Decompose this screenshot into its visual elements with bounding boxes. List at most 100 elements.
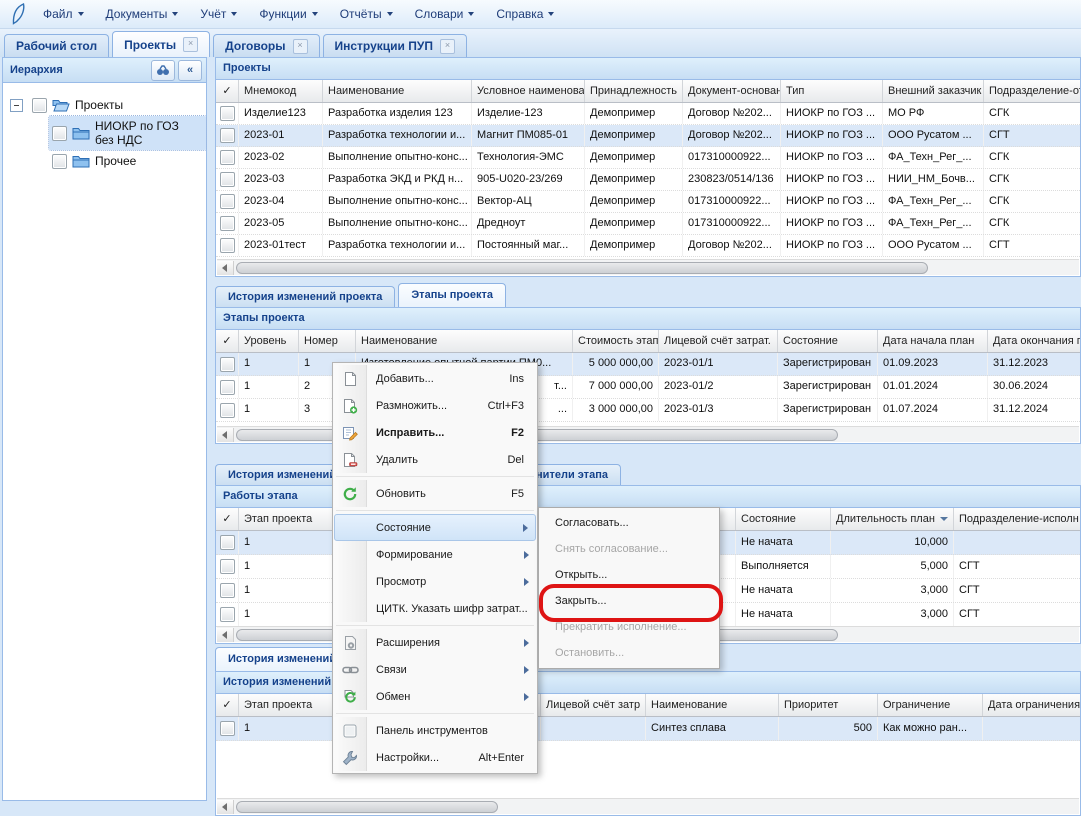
table-cell[interactable]: 3 000 000,00 (573, 399, 659, 421)
column-header[interactable]: Подразделение-исполн (954, 508, 1080, 530)
search-binoculars-button[interactable] (151, 60, 175, 81)
table-cell[interactable]: 31.12.2024 (988, 399, 1080, 421)
row-checkbox[interactable] (220, 357, 235, 372)
table-cell[interactable]: 3,000 (831, 603, 954, 626)
table-row[interactable]: Изделие123Разработка изделия 123Изделие-… (216, 103, 1080, 125)
table-row[interactable]: 2023-01тестРазработка технологии и...Пос… (216, 235, 1080, 257)
table-cell[interactable]: 2023-01/1 (659, 353, 778, 375)
context-menu-item[interactable]: Исправить...F2 (334, 419, 536, 446)
table-cell[interactable]: СГТ (954, 603, 1080, 626)
table-cell[interactable]: 500 (779, 717, 878, 740)
menubar-item[interactable]: Отчёты (329, 3, 404, 25)
column-header[interactable]: ✓ (216, 508, 239, 530)
column-header[interactable]: Наименование (323, 80, 472, 102)
table-cell[interactable]: Зарегистрирован (778, 399, 878, 421)
table-cell[interactable]: Разработка технологии и... (323, 125, 472, 146)
table-cell[interactable]: Демопример (585, 169, 683, 190)
context-menu-item[interactable]: Размножить...Ctrl+F3 (334, 392, 536, 419)
context-menu-item[interactable]: ЦИТК. Указать шифр затрат... (334, 595, 536, 622)
table-cell[interactable]: ООО Русатом ... (883, 235, 984, 256)
submenu-item[interactable]: Закрыть... (541, 588, 717, 614)
table-cell[interactable]: Не начата (736, 579, 831, 602)
table-cell[interactable]: 2023-03 (239, 169, 323, 190)
table-cell[interactable]: 10,000 (831, 531, 954, 554)
row-select-cell[interactable] (216, 213, 239, 234)
table-cell[interactable]: 01.01.2024 (878, 376, 988, 398)
context-menu-item[interactable]: ОбновитьF5 (334, 480, 536, 507)
tree-expander-icon[interactable] (10, 99, 23, 112)
table-cell[interactable]: 2023-04 (239, 191, 323, 212)
table-cell[interactable]: 01.09.2023 (878, 353, 988, 375)
table-cell[interactable]: Выполнение опытно-конс... (323, 147, 472, 168)
table-cell[interactable]: Технология-ЭМС (472, 147, 585, 168)
table-cell[interactable]: НИОКР по ГОЗ ... (781, 191, 883, 212)
context-menu-item[interactable]: Настройки...Alt+Enter (334, 744, 536, 771)
menubar-item[interactable]: Документы (95, 3, 190, 25)
menubar-item[interactable]: Справка (485, 3, 565, 25)
table-cell[interactable]: 01.07.2024 (878, 399, 988, 421)
row-select-cell[interactable] (216, 717, 239, 740)
column-header[interactable]: Дата ограничения (983, 694, 1080, 716)
table-cell[interactable]: 7 000 000,00 (573, 376, 659, 398)
column-header[interactable]: Условное наименова (472, 80, 585, 102)
column-header[interactable]: Уровень (239, 330, 299, 352)
table-cell[interactable]: Зарегистрирован (778, 353, 878, 375)
table-cell[interactable]: Демопример (585, 103, 683, 124)
row-checkbox[interactable] (220, 403, 235, 418)
table-cell[interactable]: 2023-02 (239, 147, 323, 168)
column-header[interactable]: Номер (299, 330, 356, 352)
submenu-item[interactable]: Согласовать... (541, 510, 717, 536)
table-cell[interactable]: 5,000 (831, 555, 954, 578)
row-checkbox[interactable] (220, 216, 235, 231)
column-header[interactable]: Наименование (646, 694, 779, 716)
column-header[interactable]: Внешний заказчик (883, 80, 984, 102)
scroll-left-arrow-icon[interactable] (217, 428, 234, 442)
table-cell[interactable]: 017310000922... (683, 213, 781, 234)
menubar-item[interactable]: Словари (404, 3, 486, 25)
column-header[interactable]: Дата начала план (878, 330, 988, 352)
scroll-left-arrow-icon[interactable] (217, 800, 234, 814)
sidebar-splitter[interactable] (207, 57, 215, 801)
row-checkbox[interactable] (220, 559, 235, 574)
table-cell[interactable] (541, 717, 646, 740)
table-cell[interactable]: Демопример (585, 235, 683, 256)
table-cell[interactable]: НИОКР по ГОЗ ... (781, 147, 883, 168)
table-cell[interactable]: Изделие-123 (472, 103, 585, 124)
tree-node-body[interactable]: Прочее (49, 151, 142, 172)
table-cell[interactable]: ФА_Техн_Рег_... (883, 213, 984, 234)
table-cell[interactable]: ООО Русатом ... (883, 125, 984, 146)
table-cell[interactable]: НИОКР по ГОЗ ... (781, 235, 883, 256)
table-cell[interactable]: 2023-01 (239, 125, 323, 146)
table-cell[interactable]: Дредноут (472, 213, 585, 234)
table-cell[interactable]: Магнит ПМ085-01 (472, 125, 585, 146)
table-cell[interactable]: 1 (239, 353, 299, 375)
window-tab[interactable]: Рабочий стол (4, 34, 109, 57)
table-cell[interactable]: НИИ_НМ_Бочв... (883, 169, 984, 190)
table-cell[interactable]: 230823/0514/136 (683, 169, 781, 190)
row-select-cell[interactable] (216, 603, 239, 626)
collapse-panel-button[interactable]: « (178, 60, 202, 81)
row-checkbox[interactable] (220, 150, 235, 165)
column-header[interactable]: Приоритет (779, 694, 878, 716)
tab-close-icon[interactable]: × (183, 37, 198, 52)
panel-tab[interactable]: История изменений (215, 647, 349, 671)
tree-node[interactable]: Прочее (3, 147, 206, 175)
table-cell[interactable] (954, 531, 1080, 554)
column-header[interactable]: Длительность план (831, 508, 954, 530)
column-header[interactable]: Состояние (778, 330, 878, 352)
table-cell[interactable]: 5 000 000,00 (573, 353, 659, 375)
window-tab[interactable]: Инструкции ПУП× (323, 34, 467, 57)
table-cell[interactable]: Демопример (585, 213, 683, 234)
window-tab[interactable]: Договоры× (213, 34, 319, 57)
column-header[interactable]: Подразделение-от (984, 80, 1080, 102)
row-select-cell[interactable] (216, 376, 239, 398)
row-select-cell[interactable] (216, 103, 239, 124)
tree-node[interactable]: Проекты (3, 91, 206, 119)
column-header[interactable]: Состояние (736, 508, 831, 530)
table-cell[interactable]: НИОКР по ГОЗ ... (781, 169, 883, 190)
table-cell[interactable]: Вектор-АЦ (472, 191, 585, 212)
row-checkbox[interactable] (220, 583, 235, 598)
table-row[interactable]: 2023-03Разработка ЭКД и РКД н...905-U020… (216, 169, 1080, 191)
row-select-cell[interactable] (216, 399, 239, 421)
table-cell[interactable]: СГТ (954, 579, 1080, 602)
